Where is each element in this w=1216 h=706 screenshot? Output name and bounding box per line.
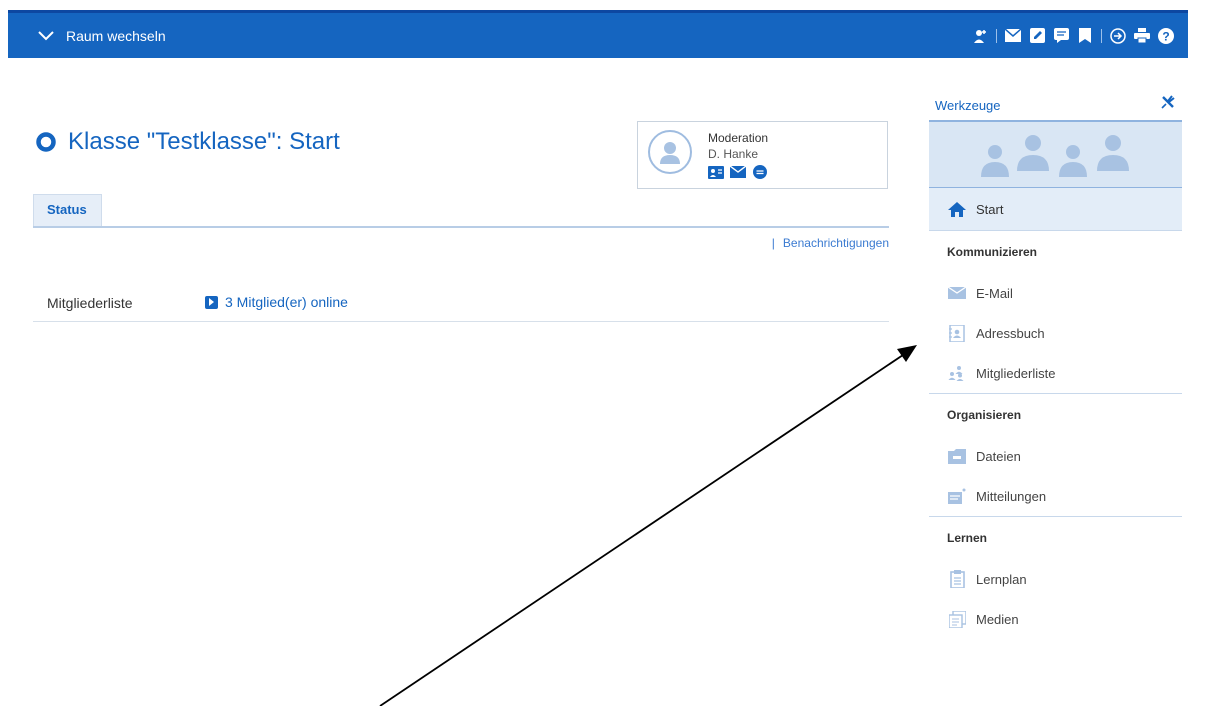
sidebar-item-adressbuch[interactable]: Adressbuch [929, 313, 1182, 353]
sidebar-item-label: Adressbuch [976, 325, 1045, 341]
top-toolbar: ? [972, 13, 1174, 58]
mail-icon[interactable] [1005, 28, 1021, 44]
members-online-link[interactable]: 3 Mitglied(er) online [205, 294, 348, 310]
tab-bar: Status [33, 194, 889, 228]
sidebar-header: Werkzeuge [929, 88, 1182, 122]
home-icon [947, 200, 967, 218]
help-icon[interactable]: ? [1158, 27, 1174, 44]
sidebar-section-organisieren: Organisieren [929, 393, 1182, 436]
svg-text:?: ? [1162, 29, 1169, 43]
sidebar-item-dateien[interactable]: Dateien [929, 436, 1182, 476]
chevron-down-icon [38, 30, 54, 40]
avatar [648, 130, 692, 174]
addressbook-icon [947, 324, 967, 342]
sidebar-item-label: Mitteilungen [976, 488, 1047, 504]
sidebar-item-medien[interactable]: Medien [929, 599, 1182, 639]
toolbar-divider [1101, 28, 1102, 43]
sidebar-title: Werkzeuge [935, 98, 1001, 113]
pin-icon[interactable] [1160, 94, 1176, 115]
tab-status[interactable]: Status [33, 194, 102, 226]
room-switch-button[interactable]: Raum wechseln [38, 28, 166, 44]
members-icon [947, 364, 967, 382]
moderation-card: Moderation D. Hanke [637, 121, 888, 189]
sidebar-item-label: Lernplan [976, 571, 1027, 587]
room-switch-label: Raum wechseln [66, 27, 166, 44]
contact-card-icon[interactable] [708, 165, 724, 179]
group-people-icon [981, 135, 1129, 177]
members-label: Mitgliederliste [47, 295, 133, 311]
top-bar: Raum wechseln ? [8, 10, 1188, 58]
mail-icon[interactable] [730, 165, 746, 179]
sidebar-item-label: Mitgliederliste [976, 365, 1056, 381]
moderator-name: D. Hanke [708, 147, 759, 161]
messages-icon [947, 487, 967, 505]
bookmark-icon[interactable] [1077, 28, 1093, 44]
logout-icon[interactable] [1110, 27, 1126, 44]
moderator-actions [708, 165, 768, 179]
clipboard-icon [947, 570, 967, 588]
sidebar-item-start[interactable]: Start [929, 188, 1182, 231]
sidebar-item-label: E-Mail [976, 285, 1013, 301]
sidebar-banner [929, 122, 1182, 188]
chat-icon[interactable] [752, 165, 768, 179]
sidebar-item-lernplan[interactable]: Lernplan [929, 559, 1182, 599]
toolbar-divider [996, 28, 997, 43]
sidebar-item-mitgliederliste[interactable]: Mitgliederliste [929, 353, 1182, 393]
sidebar-item-label: Medien [976, 611, 1019, 627]
notifications-link[interactable]: | Benachrichtigungen [772, 236, 889, 250]
sidebar-section-kommunizieren: Kommunizieren [947, 245, 1038, 259]
status-circle-icon [36, 132, 56, 152]
notifications-link-label: Benachrichtigungen [782, 236, 889, 250]
page-title: Klasse "Testklasse": Start [36, 128, 340, 156]
folder-icon [947, 447, 967, 465]
user-silhouette-icon [660, 142, 680, 164]
mail-icon [947, 284, 967, 302]
moderation-title: Moderation [708, 131, 769, 145]
members-online-text: 3 Mitglied(er) online [225, 294, 348, 310]
print-icon[interactable] [1134, 28, 1150, 44]
sidebar-item-label: Start [976, 201, 1004, 217]
members-row: Mitgliederliste 3 Mitglied(er) online [33, 283, 889, 322]
page-title-text: Klasse "Testklasse": Start [68, 128, 340, 155]
sidebar-item-email[interactable]: E-Mail [929, 273, 1182, 313]
sidebar-section-lernen: Lernen [929, 516, 1182, 559]
media-icon [947, 610, 967, 628]
separator-pipe: | [771, 236, 775, 250]
tools-sidebar: Werkzeuge Start Kommunizieren E-Mail Adr… [929, 88, 1182, 639]
user-add-icon[interactable] [972, 28, 988, 44]
edit-icon[interactable] [1029, 28, 1045, 44]
arrow-right-icon [205, 295, 218, 309]
note-icon[interactable] [1053, 28, 1069, 44]
sidebar-item-mitteilungen[interactable]: Mitteilungen [929, 476, 1182, 516]
sidebar-item-label: Dateien [976, 448, 1021, 464]
